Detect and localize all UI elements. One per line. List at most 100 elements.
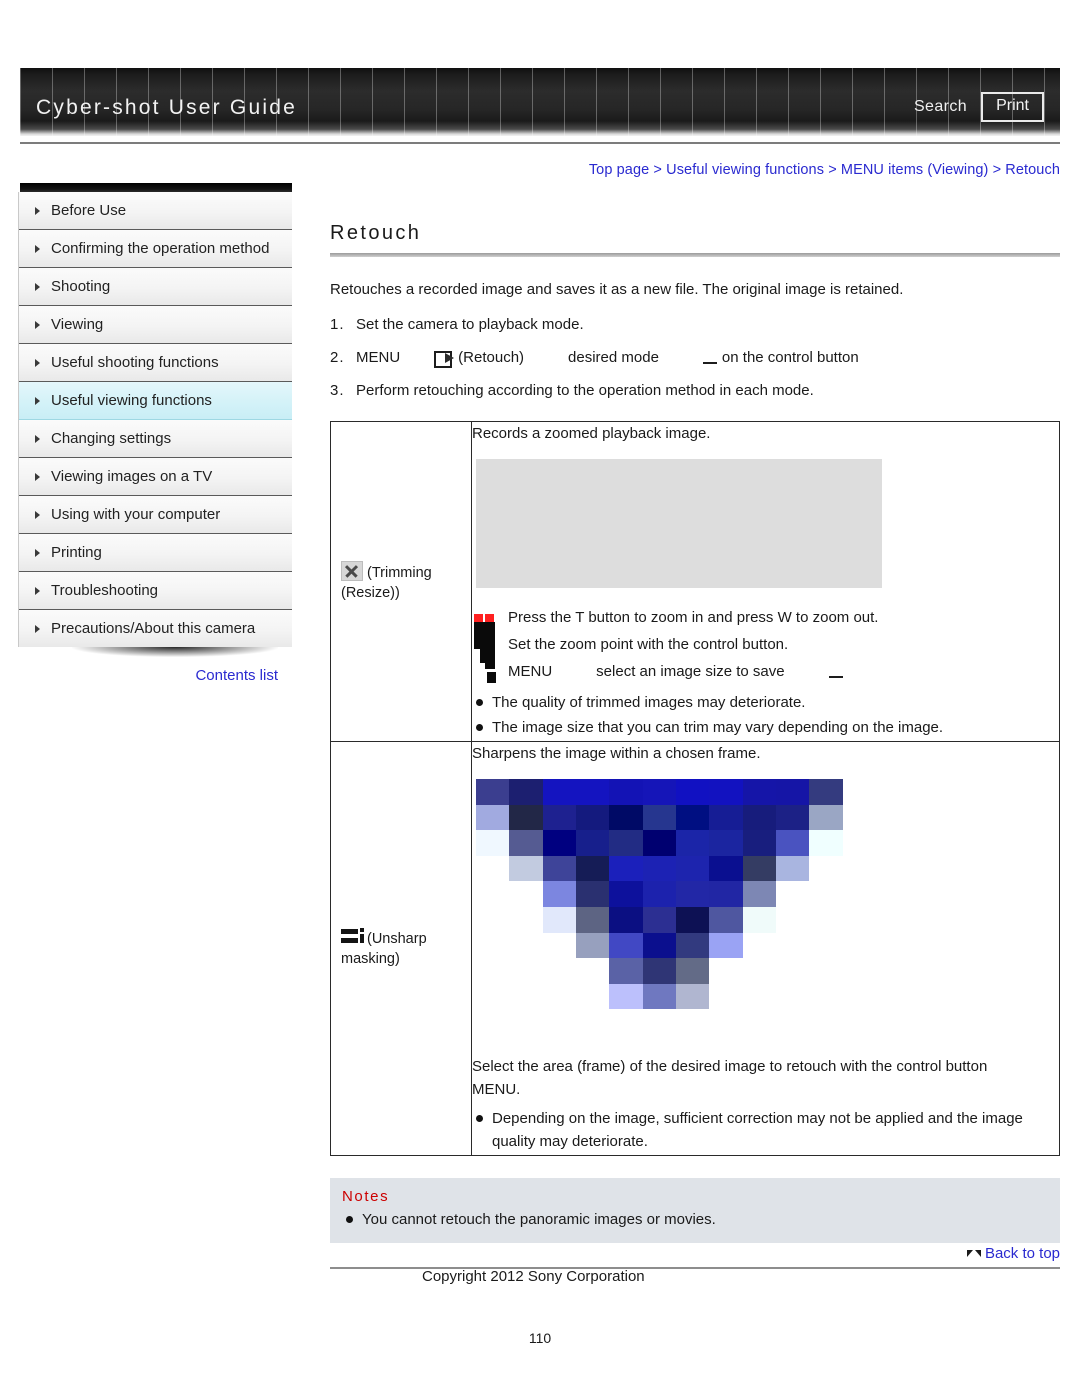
mosaic-tile bbox=[775, 830, 810, 856]
sidebar-item-label: Printing bbox=[51, 544, 102, 561]
mosaic-tile bbox=[576, 958, 609, 984]
mosaic-tile bbox=[743, 984, 776, 1010]
mosaic-tile bbox=[575, 804, 610, 831]
bullet-dot-icon bbox=[476, 699, 483, 706]
mosaic-tile bbox=[675, 830, 710, 856]
mosaic-tile bbox=[609, 1009, 642, 1035]
retouch-modes-table: (Trimming (Resize)) Records a zoomed pla… bbox=[330, 421, 1060, 1156]
mosaic-tile bbox=[675, 958, 710, 984]
bullet-dot-icon bbox=[476, 1115, 483, 1122]
sidebar-item-useful-shooting-functions[interactable]: Useful shooting functions bbox=[19, 344, 292, 382]
mosaic-tile bbox=[809, 933, 842, 959]
sidebar-item-useful-viewing-functions[interactable]: Useful viewing functions bbox=[19, 382, 292, 420]
mosaic-tile bbox=[542, 855, 576, 882]
mosaic-tile bbox=[675, 983, 710, 1010]
print-button[interactable]: Print bbox=[981, 92, 1044, 122]
mosaic-tile bbox=[509, 855, 543, 882]
sidebar-item-label: Using with your computer bbox=[51, 506, 221, 523]
mosaic-tile bbox=[543, 933, 576, 959]
mosaic-tile bbox=[743, 1009, 776, 1035]
mosaic-tile bbox=[576, 1009, 609, 1035]
sidebar-item-before-use[interactable]: Before Use bbox=[19, 192, 292, 230]
copyright-text: Copyright 2012 Sony Corporation bbox=[422, 1268, 645, 1285]
trimming-procedure-line-3: MENU select an image size to save bbox=[508, 658, 1059, 685]
sidebar-item-viewing-images-on-a-tv[interactable]: Viewing images on a TV bbox=[19, 458, 292, 496]
sidebar-item-viewing[interactable]: Viewing bbox=[19, 306, 292, 344]
sidebar-nav-list: Before Use Confirming the operation metho… bbox=[18, 192, 292, 647]
notes-box: Notes You cannot retouch the panoramic i… bbox=[330, 1178, 1060, 1243]
sidebar-bottom-shadow bbox=[72, 647, 278, 657]
list-item: The image size that you can trim may var… bbox=[472, 716, 1059, 739]
mosaic-tile bbox=[476, 804, 510, 831]
list-item: The quality of trimmed images may deteri… bbox=[472, 691, 1059, 714]
chevron-right-icon bbox=[35, 207, 40, 215]
sidebar-item-label: Useful viewing functions bbox=[51, 392, 212, 409]
step-marker-glyphs-icon bbox=[472, 610, 502, 688]
mosaic-tile bbox=[675, 932, 710, 959]
mosaic-tile bbox=[642, 855, 676, 882]
mosaic-tile bbox=[809, 804, 843, 831]
mosaic-tile bbox=[843, 958, 876, 984]
step-1-text: Set the camera to playback mode. bbox=[356, 316, 584, 333]
broken-image-icon bbox=[341, 560, 363, 581]
mosaic-tile bbox=[709, 779, 743, 805]
sidebar-item-changing-settings[interactable]: Changing settings bbox=[19, 420, 292, 458]
unsharp-sample-image bbox=[476, 779, 876, 1035]
mosaic-tile bbox=[675, 779, 710, 805]
mosaic-tile bbox=[575, 907, 610, 933]
notes-item-1: You cannot retouch the panoramic images … bbox=[362, 1211, 716, 1228]
mode-description-cell-unsharp: Sharpens the image within a chosen frame… bbox=[471, 741, 1060, 1156]
contents-list-link[interactable]: Contents list bbox=[18, 667, 292, 684]
mosaic-tile bbox=[742, 881, 776, 907]
mosaic-tile bbox=[675, 907, 710, 933]
back-to-top-link[interactable]: Back to top bbox=[966, 1245, 1060, 1262]
trimming-procedure-line-2: Set the zoom point with the control butt… bbox=[508, 636, 789, 653]
mosaic-tile bbox=[776, 933, 809, 959]
mosaic-tile bbox=[776, 881, 809, 907]
control-button-mark-icon bbox=[702, 362, 717, 364]
mosaic-tile bbox=[575, 881, 610, 907]
breadcrumb[interactable]: Top page > Useful viewing functions > ME… bbox=[589, 162, 1060, 178]
sidebar-item-using-with-your-computer[interactable]: Using with your computer bbox=[19, 496, 292, 534]
mosaic-tile bbox=[642, 804, 676, 831]
mosaic-tile bbox=[843, 805, 876, 831]
mosaic-tile bbox=[675, 855, 710, 882]
mosaic-tile bbox=[509, 984, 542, 1010]
mosaic-tile bbox=[776, 1009, 809, 1035]
chevron-right-icon bbox=[35, 359, 40, 367]
chevron-right-icon bbox=[35, 435, 40, 443]
unsharp-procedure-line-1: Select the area (frame) of the desired i… bbox=[472, 1058, 988, 1075]
sidebar-item-label: Troubleshooting bbox=[51, 582, 159, 599]
chevron-right-icon bbox=[35, 549, 40, 557]
notes-title: Notes bbox=[342, 1188, 390, 1205]
mosaic-tile bbox=[809, 984, 842, 1010]
mosaic-tile bbox=[575, 855, 610, 882]
sidebar-item-troubleshooting[interactable]: Troubleshooting bbox=[19, 572, 292, 610]
mosaic-tile bbox=[709, 958, 742, 984]
step-2-tail: on the control button bbox=[721, 349, 859, 366]
mosaic-tile bbox=[575, 932, 610, 959]
sidebar-item-shooting[interactable]: Shooting bbox=[19, 268, 292, 306]
sidebar-top-bar bbox=[20, 183, 292, 192]
trimming-note-2: The image size that you can trim may var… bbox=[492, 719, 944, 736]
mosaic-tile bbox=[509, 1009, 542, 1035]
chevron-right-icon bbox=[35, 245, 40, 253]
sidebar-item-label: Viewing bbox=[51, 316, 104, 333]
sidebar: Before Use Confirming the operation metho… bbox=[18, 183, 292, 684]
mosaic-tile bbox=[709, 855, 743, 882]
mosaic-tile bbox=[609, 779, 643, 805]
list-item: Depending on the image, sufficient corre… bbox=[472, 1107, 1059, 1153]
page-number: 110 bbox=[528, 1330, 552, 1346]
mosaic-tile bbox=[809, 881, 842, 907]
mosaic-tile bbox=[575, 779, 610, 805]
mosaic-tile bbox=[675, 881, 710, 907]
mosaic-tile bbox=[642, 907, 676, 933]
sidebar-item-printing[interactable]: Printing bbox=[19, 534, 292, 572]
chevron-right-icon bbox=[35, 625, 40, 633]
mosaic-tile bbox=[776, 958, 809, 984]
sidebar-item-confirming-the-operation-method[interactable]: Confirming the operation method bbox=[19, 230, 292, 268]
mosaic-tile bbox=[509, 907, 542, 933]
mosaic-tile bbox=[843, 779, 876, 805]
search-link[interactable]: Search bbox=[914, 98, 967, 116]
sidebar-item-precautions-about-this-camera[interactable]: Precautions/About this camera bbox=[19, 610, 292, 647]
